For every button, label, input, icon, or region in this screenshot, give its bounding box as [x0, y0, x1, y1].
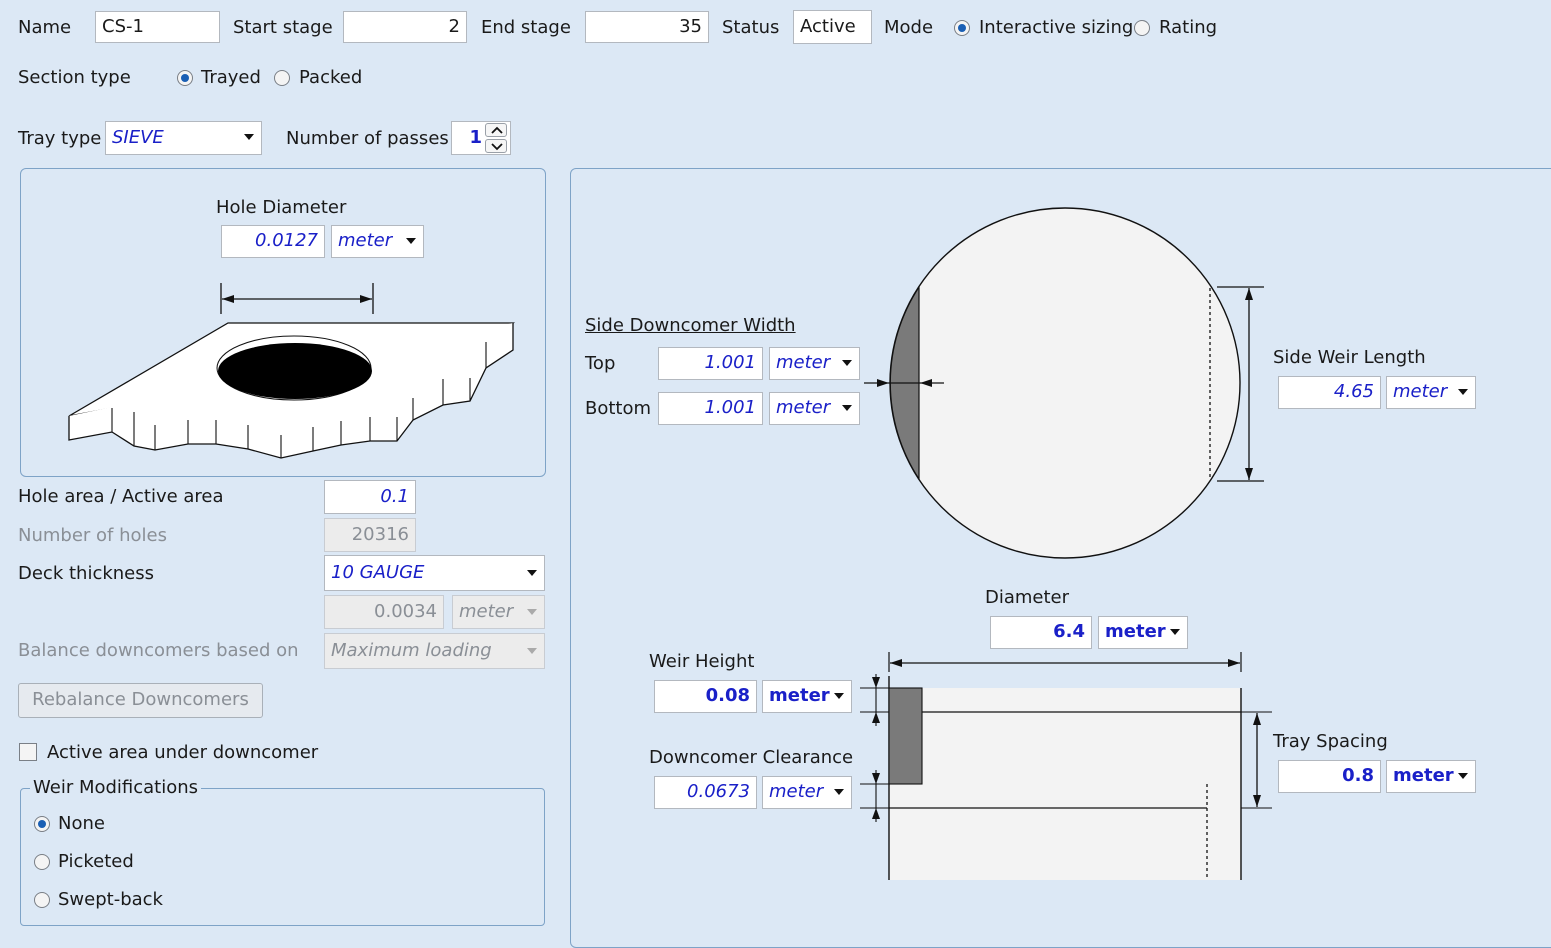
- section-trayed-label[interactable]: Trayed: [201, 66, 261, 90]
- sdw-bottom-label: Bottom: [585, 398, 652, 419]
- sdw-top-label: Top: [585, 353, 616, 374]
- mode-interactive-radio[interactable]: [954, 20, 970, 36]
- mode-rating-radio[interactable]: [1134, 20, 1150, 36]
- chevron-down-icon: [842, 405, 852, 411]
- number-of-holes-label: Number of holes: [18, 525, 167, 546]
- chevron-down-icon: [834, 693, 844, 699]
- side-weir-length-input[interactable]: 4.65: [1278, 376, 1381, 409]
- weir-none-label[interactable]: None: [58, 812, 105, 836]
- side-weir-length-unit: meter: [1393, 381, 1448, 402]
- diameter-input[interactable]: 6.4: [990, 616, 1092, 649]
- deck-thickness-label: Deck thickness: [18, 563, 155, 584]
- start-stage-input[interactable]: 2: [343, 11, 467, 43]
- active-area-label[interactable]: Active area under downcomer: [47, 741, 318, 765]
- hole-area-input[interactable]: 0.1: [324, 480, 416, 514]
- weir-swept-back-label[interactable]: Swept-back: [58, 888, 163, 912]
- chevron-down-icon: [491, 143, 503, 151]
- deck-thickness-unit: meter: [459, 601, 514, 622]
- balance-downcomers-value: Maximum loading: [331, 640, 492, 661]
- diameter-unit: meter: [1105, 621, 1166, 642]
- weir-none-radio[interactable]: [34, 816, 50, 832]
- end-stage-label: End stage: [481, 17, 571, 38]
- section-trayed-radio[interactable]: [177, 70, 193, 86]
- sdw-bottom-unit-dropdown[interactable]: meter: [769, 392, 860, 425]
- tray-spacing-label: Tray Spacing: [1273, 731, 1388, 752]
- sdw-top-input[interactable]: 1.001: [658, 347, 763, 380]
- weir-height-unit-dropdown[interactable]: meter: [762, 680, 852, 713]
- number-of-holes-field: 20316: [324, 518, 416, 552]
- weir-modifications-title: Weir Modifications: [30, 776, 202, 800]
- end-stage-input[interactable]: 35: [585, 11, 709, 43]
- balance-downcomers-label: Balance downcomers based on: [18, 640, 299, 661]
- deck-thickness-unit-dropdown: meter: [452, 595, 545, 629]
- chevron-down-icon: [527, 570, 537, 576]
- active-area-checkbox[interactable]: [19, 743, 37, 761]
- side-weir-length-unit-dropdown[interactable]: meter: [1386, 376, 1476, 409]
- downcomer-clearance-unit-dropdown[interactable]: meter: [762, 776, 852, 809]
- tray-type-label: Tray type: [18, 128, 102, 149]
- name-input[interactable]: CS-1: [95, 11, 220, 43]
- chevron-down-icon: [842, 360, 852, 366]
- mode-interactive-label[interactable]: Interactive sizing: [979, 16, 1133, 40]
- tray-type-value: SIEVE: [112, 127, 164, 148]
- chevron-down-icon: [1170, 629, 1180, 635]
- sdw-top-unit-dropdown[interactable]: meter: [769, 347, 860, 380]
- hole-diameter-input[interactable]: 0.0127: [221, 225, 325, 258]
- side-downcomer-width-title: Side Downcomer Width: [585, 315, 796, 336]
- chevron-down-icon: [527, 609, 537, 615]
- start-stage-label: Start stage: [233, 17, 333, 38]
- diameter-unit-dropdown[interactable]: meter: [1098, 616, 1188, 649]
- chevron-down-icon: [1458, 773, 1468, 779]
- tray-geometry-panel: [570, 168, 1551, 948]
- sdw-bottom-unit: meter: [776, 397, 831, 418]
- mode-label: Mode: [884, 17, 934, 38]
- mode-rating-label[interactable]: Rating: [1159, 16, 1217, 40]
- diameter-label: Diameter: [985, 587, 1070, 608]
- stepper-down-button[interactable]: [485, 139, 507, 153]
- deck-thickness-dropdown[interactable]: 10 GAUGE: [324, 555, 545, 591]
- hole-diameter-title: Hole Diameter: [216, 197, 347, 218]
- weir-height-unit: meter: [769, 685, 830, 706]
- sdw-bottom-input[interactable]: 1.001: [658, 392, 763, 425]
- weir-height-input[interactable]: 0.08: [654, 680, 757, 713]
- side-weir-length-label: Side Weir Length: [1273, 347, 1426, 368]
- hole-area-label: Hole area / Active area: [18, 486, 224, 507]
- section-packed-radio[interactable]: [274, 70, 290, 86]
- balance-downcomers-dropdown: Maximum loading: [324, 633, 545, 669]
- deck-thickness-field: 0.0034: [324, 595, 444, 629]
- downcomer-clearance-label: Downcomer Clearance: [649, 747, 854, 768]
- downcomer-clearance-unit: meter: [769, 781, 824, 802]
- chevron-down-icon: [1458, 389, 1468, 395]
- status-label: Status: [722, 17, 780, 38]
- status-field: Active: [793, 10, 872, 44]
- chevron-up-icon: [491, 126, 503, 134]
- rebalance-downcomers-button[interactable]: Rebalance Downcomers: [18, 683, 263, 718]
- weir-picketed-label[interactable]: Picketed: [58, 850, 134, 874]
- tray-type-dropdown[interactable]: SIEVE: [105, 121, 262, 155]
- section-type-label: Section type: [18, 67, 131, 88]
- weir-swept-back-radio[interactable]: [34, 892, 50, 908]
- chevron-down-icon: [834, 789, 844, 795]
- chevron-down-icon: [527, 648, 537, 654]
- sdw-top-unit: meter: [776, 352, 831, 373]
- weir-height-label: Weir Height: [649, 651, 755, 672]
- deck-thickness-value: 10 GAUGE: [331, 562, 425, 583]
- tray-spacing-unit: meter: [1393, 765, 1454, 786]
- weir-picketed-radio[interactable]: [34, 854, 50, 870]
- name-label: Name: [18, 17, 72, 38]
- stepper-up-button[interactable]: [485, 123, 507, 137]
- tray-spacing-input[interactable]: 0.8: [1278, 760, 1381, 793]
- hole-diameter-unit-dropdown[interactable]: meter: [331, 225, 424, 258]
- chevron-down-icon: [244, 134, 254, 140]
- chevron-down-icon: [406, 238, 416, 244]
- section-packed-label[interactable]: Packed: [299, 66, 362, 90]
- downcomer-clearance-input[interactable]: 0.0673: [654, 776, 757, 809]
- tray-spacing-unit-dropdown[interactable]: meter: [1386, 760, 1476, 793]
- hole-diameter-unit: meter: [338, 230, 393, 251]
- passes-label: Number of passes: [286, 128, 449, 149]
